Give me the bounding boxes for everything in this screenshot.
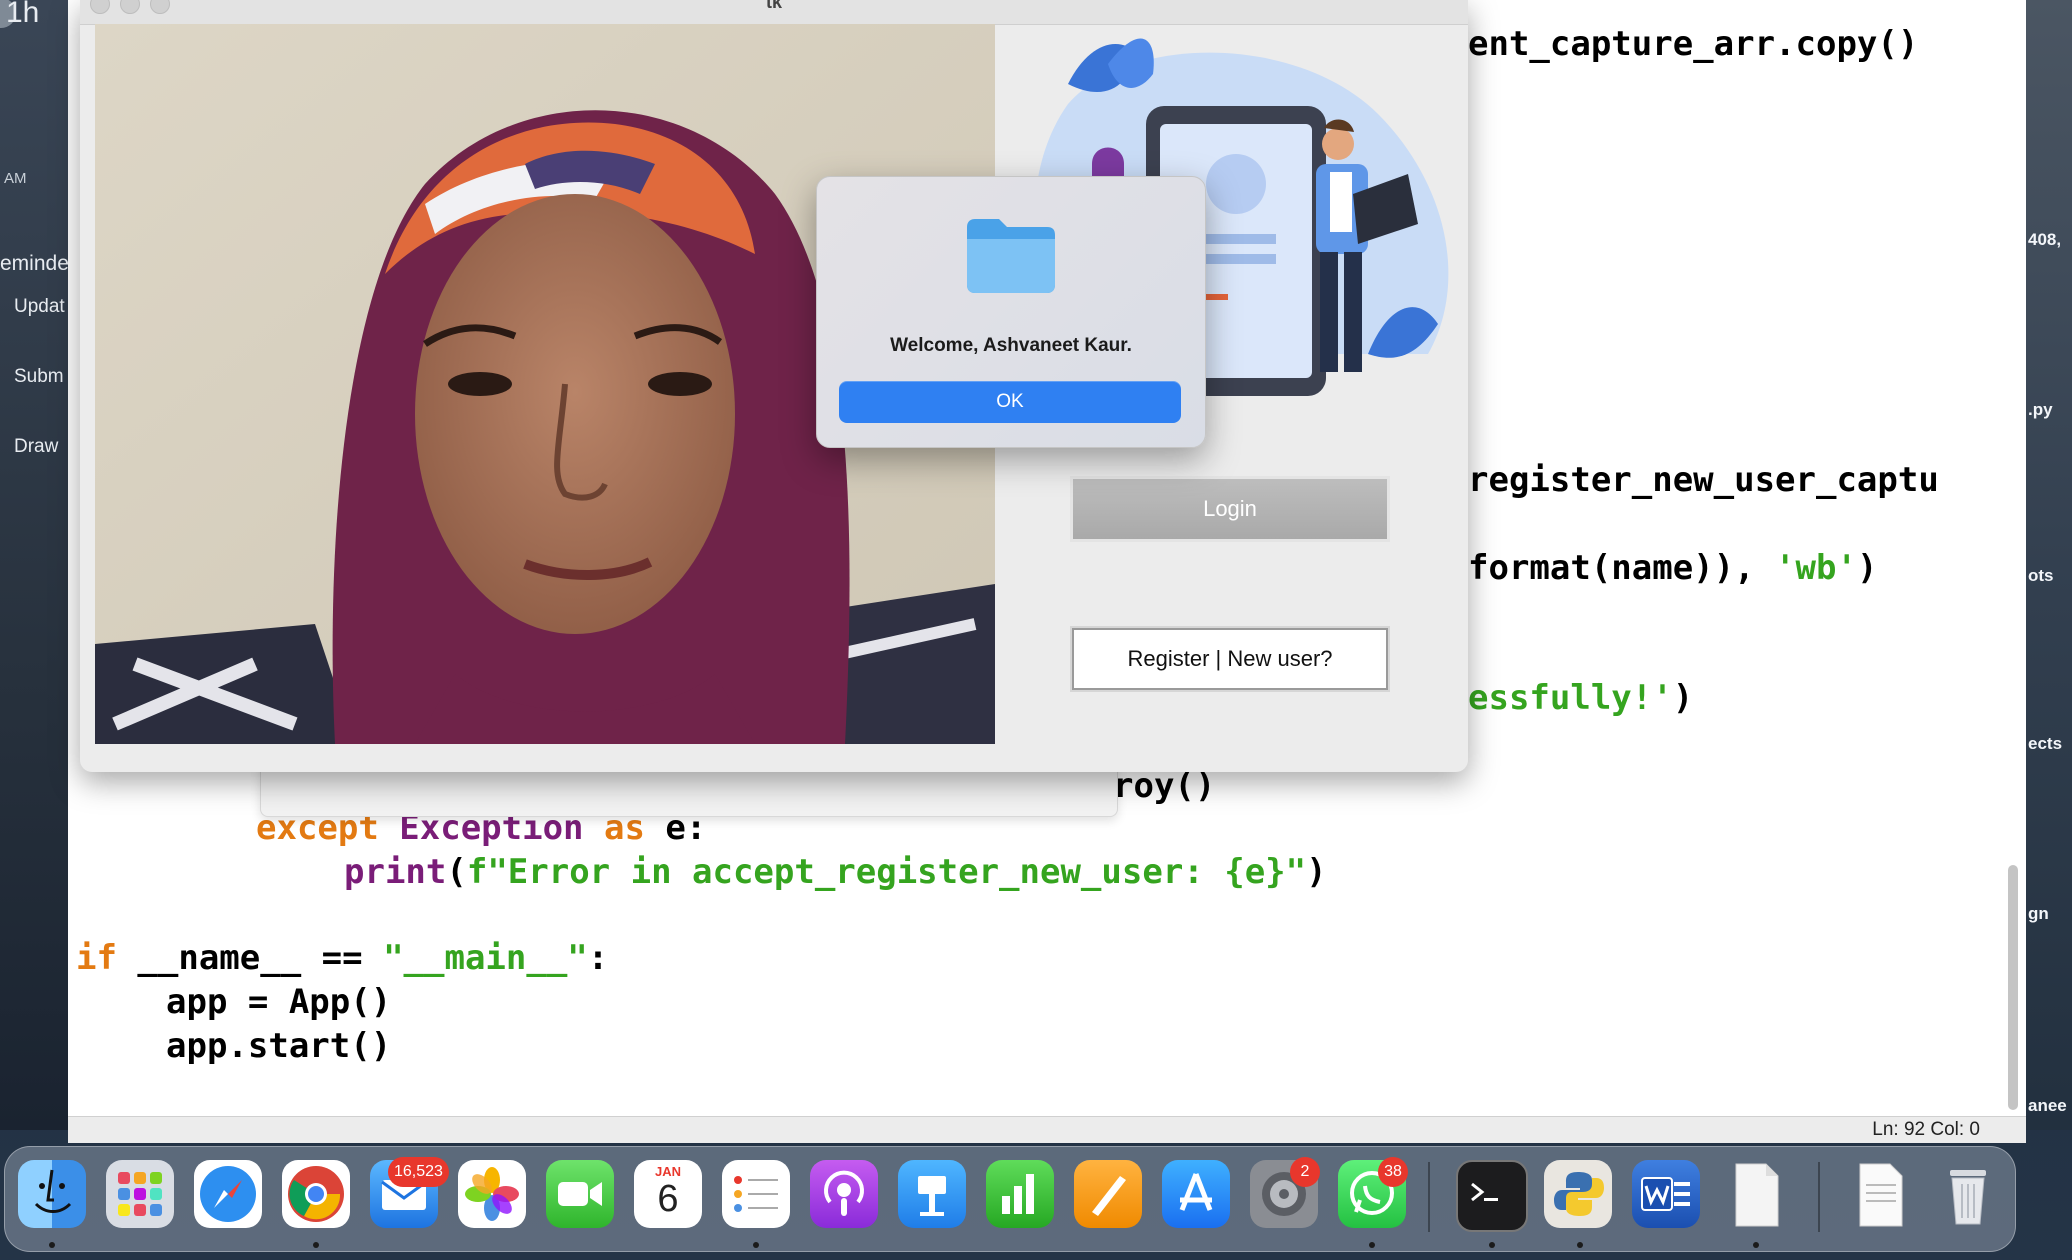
- desktop-left-strip: 1h AM eminde Updat Subm Draw: [0, 0, 69, 1130]
- finder-face-icon: [34, 1169, 72, 1213]
- video-camera-icon: [558, 1182, 602, 1206]
- python-launcher-icon[interactable]: [1544, 1160, 1612, 1228]
- python-logo-icon: [1554, 1172, 1604, 1216]
- folder-icon: [967, 219, 1055, 293]
- login-button[interactable]: Login: [1070, 476, 1390, 542]
- alert-message: Welcome, Ashvaneet Kaur.: [890, 335, 1132, 356]
- desktop-right-strip: 408, .py ots ects gn anee: [2026, 0, 2072, 1130]
- mail-unread-badge: 16,523: [388, 1157, 449, 1187]
- document-icon[interactable]: [1846, 1160, 1914, 1228]
- word-icon[interactable]: [1632, 1160, 1700, 1228]
- welcome-alert-dialog[interactable]: Welcome, Ashvaneet Kaur. OK: [816, 176, 1206, 448]
- desktop-file-label[interactable]: anee: [2028, 1096, 2067, 1116]
- word-w-icon: [1641, 1177, 1690, 1211]
- window-title: tk: [765, 0, 782, 12]
- desktop-file-label[interactable]: .py: [2028, 400, 2053, 420]
- calendar-month: JAN: [654, 1164, 681, 1179]
- code-line: app = App(): [166, 982, 392, 1022]
- checklist-icon: [734, 1176, 778, 1212]
- ok-button[interactable]: OK: [839, 381, 1181, 423]
- whatsapp-badge: 38: [1378, 1157, 1408, 1187]
- terminal-icon[interactable]: [1456, 1160, 1528, 1232]
- compass-icon: [200, 1166, 256, 1222]
- pen-icon: [1092, 1176, 1126, 1216]
- code-line: ent_capture_arr.copy(): [1468, 24, 1919, 64]
- text-file-icon: [1859, 1163, 1903, 1227]
- code-line: register_new_user_captu: [1468, 460, 1939, 500]
- reminders-icon[interactable]: [722, 1160, 790, 1228]
- code-line: if __name__ == "__main__":: [76, 938, 609, 978]
- document-icon[interactable]: [1722, 1160, 1790, 1228]
- facetime-icon[interactable]: [546, 1160, 614, 1228]
- photos-flower-icon: [465, 1167, 519, 1221]
- numbers-icon[interactable]: [986, 1160, 1054, 1228]
- reminder-item[interactable]: Updat: [14, 296, 65, 318]
- chrome-logo-icon: [288, 1166, 344, 1222]
- code-line: roy(): [1113, 766, 1216, 806]
- running-indicator: [1577, 1242, 1583, 1248]
- running-indicator: [1489, 1242, 1495, 1248]
- dock-separator: [1428, 1162, 1430, 1232]
- editor-status-bar: Ln: 92 Col: 0: [68, 1116, 2026, 1143]
- podium-icon: [918, 1176, 946, 1216]
- calendar-day: 6: [657, 1178, 679, 1220]
- running-indicator: [1369, 1242, 1375, 1248]
- desktop-file-label[interactable]: ots: [2028, 566, 2054, 586]
- widget-time-text: 1h: [6, 0, 40, 29]
- prompt-icon: [1471, 1182, 1498, 1202]
- register-button[interactable]: Register | New user?: [1070, 626, 1390, 692]
- code-line: format(name)), 'wb'): [1468, 548, 1878, 588]
- podcast-antenna-icon: [824, 1170, 864, 1216]
- photos-icon[interactable]: [458, 1160, 526, 1228]
- launchpad-grid-icon: [118, 1172, 162, 1216]
- launchpad-icon[interactable]: [106, 1160, 174, 1228]
- reminders-heading: eminde: [0, 252, 69, 275]
- running-indicator: [49, 1242, 55, 1248]
- desktop-file-label[interactable]: 408,: [2028, 230, 2061, 250]
- finder-icon[interactable]: [18, 1160, 86, 1228]
- window-titlebar[interactable]: tk: [80, 0, 1468, 25]
- running-indicator: [753, 1242, 759, 1248]
- reminder-item[interactable]: Draw: [14, 436, 58, 458]
- tk-app-window[interactable]: tk Login Register | New user?: [80, 0, 1468, 772]
- widget-am-text: AM: [4, 170, 27, 187]
- code-line: print(f"Error in accept_register_new_use…: [344, 852, 1327, 892]
- pages-icon[interactable]: [1074, 1160, 1142, 1228]
- dock-separator: [1818, 1162, 1820, 1232]
- running-indicator: [1753, 1242, 1759, 1248]
- code-line: app.start(): [166, 1026, 392, 1066]
- calendar-icon[interactable]: JAN 6: [634, 1160, 702, 1228]
- blank-file-icon: [1735, 1163, 1779, 1227]
- desktop-file-label[interactable]: ects: [2028, 734, 2062, 754]
- chrome-icon[interactable]: [282, 1160, 350, 1228]
- cursor-position-text: Ln: 92 Col: 0: [1872, 1119, 1980, 1140]
- bar-chart-icon: [1002, 1174, 1034, 1214]
- trash-icon[interactable]: [1934, 1160, 2002, 1228]
- app-store-icon[interactable]: [1162, 1160, 1230, 1228]
- code-line: essfully!'): [1468, 678, 1694, 718]
- app-store-a-icon: [1179, 1173, 1213, 1211]
- podcasts-icon[interactable]: [810, 1160, 878, 1228]
- reminder-item[interactable]: Subm: [14, 366, 64, 388]
- editor-scrollbar[interactable]: [2008, 865, 2018, 1110]
- running-indicator: [313, 1242, 319, 1248]
- safari-icon[interactable]: [194, 1160, 262, 1228]
- trash-can-icon: [1950, 1170, 1986, 1225]
- desktop-file-label[interactable]: gn: [2028, 904, 2049, 924]
- keynote-icon[interactable]: [898, 1160, 966, 1228]
- settings-badge: 2: [1290, 1157, 1320, 1187]
